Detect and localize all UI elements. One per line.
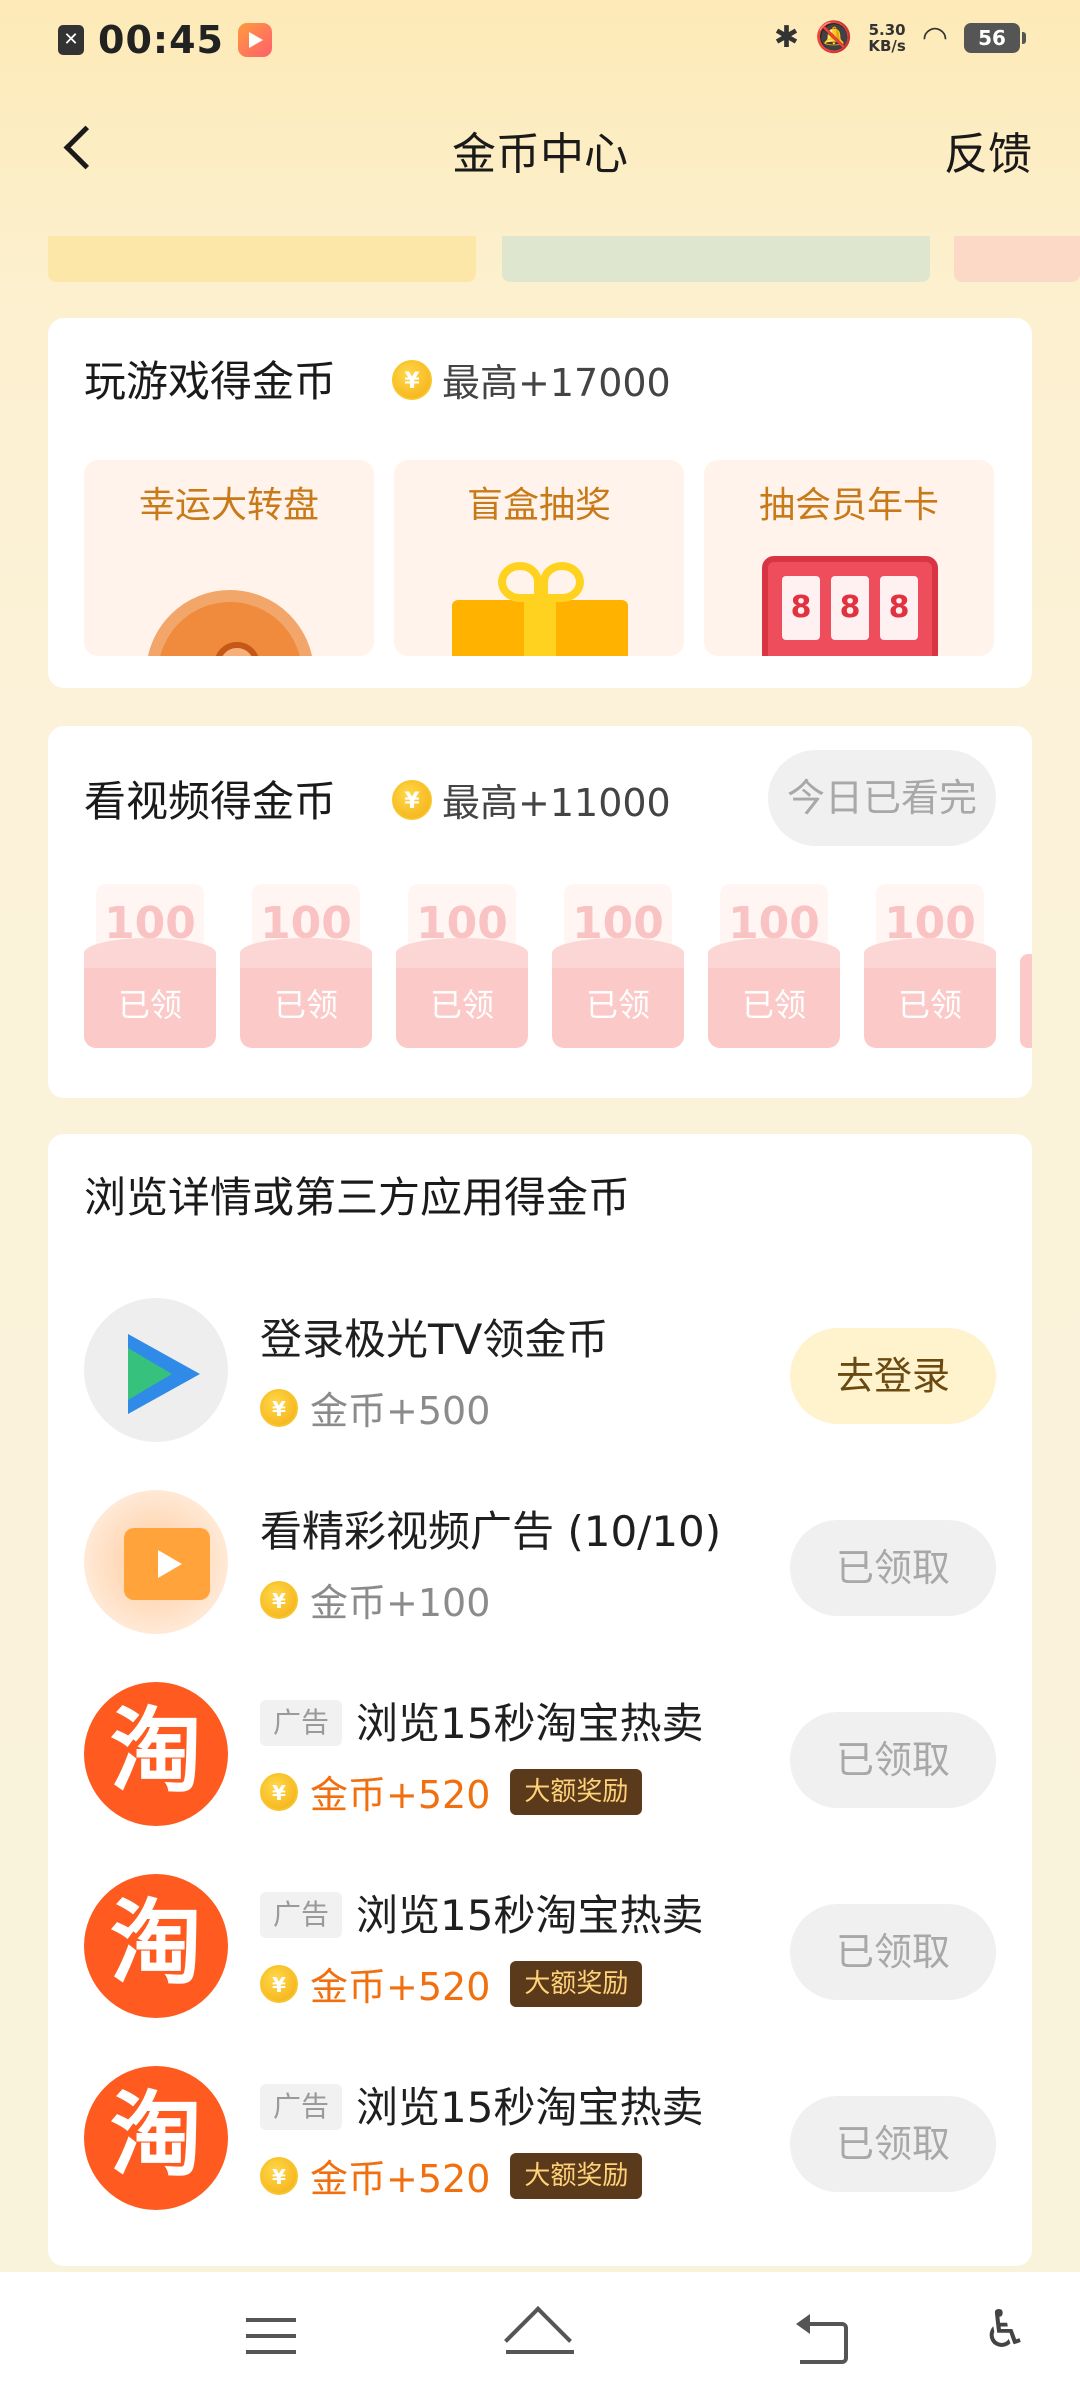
play-games-card: 玩游戏得金币 ¥ 最高+17000 幸运大转盘 盲盒抽奖 抽会员年卡 8 8 8 [48,318,1032,688]
network-speed: 5.30 KB/s [868,20,906,55]
task-title: 广告 浏览15秒淘宝热卖 [260,1882,703,1943]
reward-envelope[interactable]: 100 已领 [84,884,216,1048]
max-reward: ¥ 最高+17000 [392,352,671,407]
ad-tag: 广告 [260,2084,342,2130]
system-nav-bar: ♿ [0,2272,1080,2400]
task-row-video-ad: 看精彩视频广告 (10/10) ¥ 金币+100 已领取 [48,1484,1032,1634]
task-title: 登录极光TV领金币 [260,1315,609,1364]
status-bar: ✕ 00:45 ✱ 🔕 5.30 KB/s ◠ 56 [0,0,1080,84]
claimed-button[interactable]: 已领取 [790,1904,996,2000]
section-title: 玩游戏得金币 [84,357,337,406]
section-title: 看视频得金币 [84,777,337,826]
today-done-button[interactable]: 今日已看完 [768,750,996,846]
annual-membership-draw-tile[interactable]: 抽会员年卡 8 8 8 [704,460,994,656]
video-app-notification-icon [237,23,272,57]
notification-close-icon: ✕ [58,25,84,55]
task-title: 广告 浏览15秒淘宝热卖 [260,1690,703,1751]
big-reward-badge: 大额奖励 [510,1768,643,1815]
video-play-icon [84,1490,228,1634]
bluetooth-icon: ✱ [773,20,799,55]
accessibility-icon[interactable]: ♿ [982,2300,1042,2360]
task-title: 看精彩视频广告 (10/10) [260,1507,722,1556]
banner-item[interactable] [954,236,1080,282]
game-label: 抽会员年卡 [758,485,939,526]
mute-bell-icon: 🔕 [814,20,853,55]
task-row-jiguang-login: 登录极光TV领金币 ¥ 金币+500 去登录 [48,1292,1032,1442]
login-button[interactable]: 去登录 [790,1328,996,1424]
nav-header: 金币中心 反馈 [0,110,1080,190]
coin-icon: ¥ [260,2156,298,2195]
blind-box-tile[interactable]: 盲盒抽奖 [394,460,684,656]
reward-envelope[interactable]: 100 已领 [240,884,372,1048]
max-reward: ¥ 最高+11000 [392,772,671,827]
feedback-button[interactable]: 反馈 [944,118,1032,182]
back-icon[interactable] [796,2312,856,2364]
taobao-icon: 淘 [84,1682,228,1826]
task-reward: ¥ 金币+100 [260,1572,490,1627]
slot-machine-icon: 8 8 8 [762,556,938,656]
coin-icon: ¥ [260,1388,298,1427]
task-title: 广告 浏览15秒淘宝热卖 [260,2074,703,2135]
watch-video-card: 看视频得金币 ¥ 最高+11000 今日已看完 100 已领 100 已领 10… [48,726,1032,1098]
coin-icon: ¥ [260,1772,298,1811]
page-title: 金币中心 [452,129,628,180]
wifi-icon: ◠ [921,20,948,55]
banner-item[interactable] [48,236,476,282]
taobao-icon: 淘 [84,1874,228,2018]
reward-envelope[interactable]: 100 已领 [396,884,528,1048]
coin-icon: ¥ [392,359,432,400]
reward-envelope[interactable]: 100 已领 [708,884,840,1048]
coin-icon: ¥ [260,1580,298,1619]
task-row-taobao: 淘 广告 浏览15秒淘宝热卖 ¥ 金币+520 大额奖励 已领取 [48,1868,1032,2018]
taobao-icon: 淘 [84,2066,228,2210]
reward-envelope-partial [1020,954,1032,1048]
game-label: 盲盒抽奖 [466,485,611,526]
ad-tag: 广告 [260,1892,342,1938]
coin-icon: ¥ [260,1964,298,2003]
home-icon[interactable] [506,2312,574,2362]
big-reward-badge: 大额奖励 [510,2152,643,2199]
task-row-taobao: 淘 广告 浏览15秒淘宝热卖 ¥ 金币+520 大额奖励 已领取 [48,2060,1032,2210]
claimed-button[interactable]: 已领取 [790,2096,996,2192]
claimed-button[interactable]: 已领取 [790,1712,996,1808]
task-reward: ¥ 金币+520 大额奖励 [260,1956,643,2011]
ad-tag: 广告 [260,1700,342,1746]
section-title: 浏览详情或第三方应用得金币 [84,1173,631,1222]
coin-icon: ¥ [392,779,432,820]
big-reward-badge: 大额奖励 [510,1960,643,2007]
wheel-icon [146,590,314,656]
lucky-wheel-tile[interactable]: 幸运大转盘 [84,460,374,656]
reward-envelope[interactable]: 100 已领 [552,884,684,1048]
jiguang-tv-icon [84,1298,228,1442]
reward-envelope[interactable]: 100 已领 [864,884,996,1048]
task-row-taobao: 淘 广告 浏览15秒淘宝热卖 ¥ 金币+520 大额奖励 已领取 [48,1676,1032,1826]
claimed-button[interactable]: 已领取 [790,1520,996,1616]
battery-icon: 56 [964,22,1026,53]
task-reward: ¥ 金币+520 大额奖励 [260,1764,643,1819]
task-reward: ¥ 金币+500 [260,1380,490,1435]
game-label: 幸运大转盘 [138,485,319,526]
task-reward: ¥ 金币+520 大额奖励 [260,2148,643,2203]
status-time: 00:45 [98,18,224,62]
banner-item[interactable] [502,236,930,282]
browse-tasks-card: 浏览详情或第三方应用得金币 登录极光TV领金币 ¥ 金币+500 去登录 看精彩… [48,1134,1032,2266]
menu-icon[interactable] [242,2312,302,2362]
